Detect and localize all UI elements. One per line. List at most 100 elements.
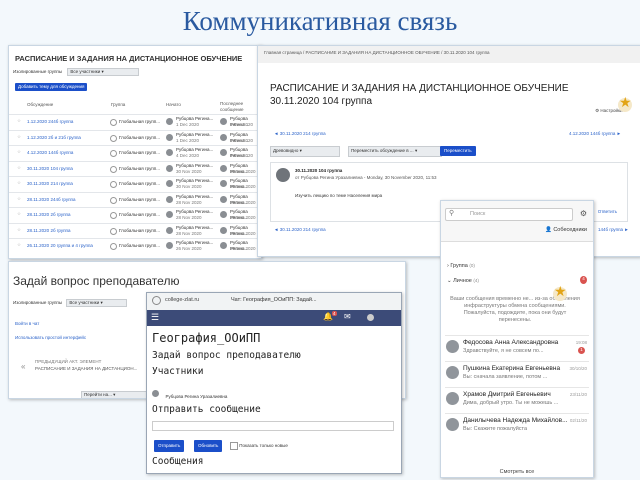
- group-filter-select[interactable]: Все участники ▾: [67, 68, 140, 76]
- group-icon: [110, 227, 117, 235]
- star-outline-icon[interactable]: ☆: [17, 227, 21, 233]
- only-new-checkbox[interactable]: Показать только новые: [230, 442, 288, 450]
- refresh-button[interactable]: Обновить: [194, 440, 223, 452]
- topic-link[interactable]: 30.11.2020 214 группа: [27, 181, 73, 187]
- prev-activity-label: ПРЕДЫДУЩИЙ АКТ. ЭЛЕМЕНТ: [35, 359, 102, 364]
- prev-discussion-link[interactable]: ◄ 30.11.2020 214 группа: [274, 131, 326, 137]
- table-row[interactable]: ☆ 28.11.2020 2б группа Глобальная групп...…: [9, 222, 261, 239]
- star-outline-icon[interactable]: ☆: [17, 165, 21, 171]
- topic-link[interactable]: 28.11.2020 2б группа: [27, 212, 71, 218]
- contacts-link[interactable]: 👤 Собеседники: [545, 227, 587, 233]
- table-row[interactable]: ☆ 4.12.2020 144б группа Глобальная групп..…: [9, 145, 261, 161]
- participant-name: Рубцова Регина Уразалиевна: [165, 394, 228, 399]
- post-title: 30.11.2020 104 группа: [295, 168, 343, 173]
- star-outline-icon[interactable]: ☆: [17, 118, 21, 124]
- last-date-cell: 1 Dec 2020: [230, 137, 254, 143]
- conversation-preview: Вы: сначала заявление, потом ...: [463, 374, 548, 380]
- reply-link[interactable]: Ответить: [598, 209, 617, 215]
- column-header[interactable]: Обсуждение: [27, 102, 53, 108]
- page-title: Чат: География_ООиПП: Задай...: [231, 297, 317, 303]
- topic-link[interactable]: 1.12.2020 2б и 21б группа: [27, 135, 81, 141]
- conversation-item[interactable]: Данилычева Надежда Михайлов... Вы: Скажит…: [445, 413, 589, 436]
- group-cell: Глобальная групп...: [119, 119, 160, 124]
- chat-icon[interactable]: ✉: [344, 312, 351, 321]
- goto-select[interactable]: Перейти на... ▾: [81, 391, 147, 398]
- table-row[interactable]: ☆ 28.11.2020 244б группа Глобальная групп.…: [9, 191, 261, 208]
- move-button[interactable]: Переместить: [440, 146, 476, 156]
- star-outline-icon[interactable]: ☆: [17, 242, 21, 248]
- topic-link[interactable]: 26.11.2020 20 группа и 4 группа: [27, 243, 93, 249]
- table-row[interactable]: ☆ 30.11.2020 104 группа Глобальная групп..…: [9, 160, 261, 177]
- table-row[interactable]: ☆ 1.12.2020 244б группа Глобальная групп..…: [9, 114, 261, 130]
- star-icon: [618, 95, 632, 112]
- avatar: [446, 340, 459, 353]
- move-discussion-select[interactable]: Переместить обсуждение в ... ▾: [348, 146, 442, 157]
- breadcrumb: Главная страница / РАСПИСАНИЕ И ЗАДАНИЯ …: [258, 46, 640, 63]
- user-icon: 👤: [544, 227, 552, 233]
- table-row[interactable]: ☆ 30.11.2020 214 группа Глобальная групп..…: [9, 176, 261, 192]
- avatar: [166, 133, 173, 141]
- address-url[interactable]: college-zlat.ru: [165, 297, 199, 303]
- browser-address-bar: college-zlat.ru Чат: География_ООиПП: За…: [147, 293, 401, 311]
- avatar: [166, 180, 173, 187]
- simple-interface-link[interactable]: Использовать простой интерфейс: [15, 335, 86, 341]
- next-discussion-link-bottom[interactable]: 144б группа ►: [598, 227, 629, 233]
- prev-discussion-link-bottom[interactable]: ◄ 30.11.2020 214 группа: [274, 227, 326, 233]
- star-outline-icon[interactable]: ☆: [17, 180, 21, 186]
- conversation-item[interactable]: Федосова Анна Александровна Здравствуйте,…: [445, 335, 589, 358]
- star-outline-icon[interactable]: ☆: [17, 149, 21, 155]
- date-cell: 28 Nov 2020: [176, 199, 202, 205]
- avatar: [166, 195, 173, 203]
- conversation-preview: Вы: Скажите пожалуйста: [463, 426, 528, 432]
- personal-section-count: (4): [473, 278, 479, 283]
- table-row[interactable]: ☆ 28.11.2020 2б группа Глобальная групп...…: [9, 207, 261, 223]
- date-cell: 30 Nov 2020: [176, 184, 202, 189]
- participant: Рубцова Регина Уразалиевна: [152, 385, 227, 403]
- column-header[interactable]: Начато: [166, 102, 181, 108]
- group-section[interactable]: › Группа (0): [447, 263, 475, 269]
- group-filter-select[interactable]: Все участники ▾: [66, 299, 128, 307]
- table-row[interactable]: ☆ 1.12.2020 2б и 21б группа Глобальная гру…: [9, 129, 261, 146]
- chat-heading: Задай вопрос преподавателю: [152, 350, 301, 361]
- unread-badge: 4: [580, 276, 587, 284]
- table-row[interactable]: ☆ 26.11.2020 20 группа и 4 группа Глобальн…: [9, 238, 261, 254]
- conversation-name: Федосова Анна Александровна: [463, 339, 559, 346]
- gear-icon[interactable]: ⚙: [580, 209, 587, 218]
- avatar: [166, 226, 173, 234]
- search-input[interactable]: ⚲ Поиск: [445, 208, 573, 221]
- conversation-name: Храмов Дмитрий Евгеньевич: [463, 391, 551, 398]
- see-all-link[interactable]: Смотреть все: [441, 469, 593, 475]
- conversation-time: 30/10/20: [569, 366, 587, 371]
- star-outline-icon[interactable]: ☆: [17, 196, 21, 202]
- star-outline-icon[interactable]: ☆: [17, 211, 21, 217]
- next-discussion-link[interactable]: 4.12.2020 144б группа ►: [569, 131, 621, 137]
- send-heading: Отправить сообщение: [152, 404, 261, 415]
- star-outline-icon[interactable]: ☆: [17, 134, 21, 140]
- topic-link[interactable]: 1.12.2020 244б группа: [27, 119, 73, 125]
- view-mode-select[interactable]: Древовидно ▾: [270, 146, 340, 157]
- topic-link[interactable]: 28.11.2020 244б группа: [27, 197, 76, 203]
- group-icon: [110, 134, 117, 142]
- topic-link[interactable]: 30.11.2020 104 группа: [27, 166, 73, 172]
- conversation-item[interactable]: Храмов Дмитрий Евгеньевич Дима, добрый ут…: [445, 387, 589, 410]
- column-header[interactable]: Последнее сообщение: [220, 101, 260, 113]
- prev-activity-link[interactable]: « ПРЕДЫДУЩИЙ АКТ. ЭЛЕМЕНТ РАСПИСАНИЕ И З…: [21, 359, 147, 379]
- menu-icon[interactable]: ☰: [151, 312, 159, 323]
- column-header[interactable]: Группа: [111, 102, 125, 108]
- chevron-right-icon: ›: [447, 263, 449, 269]
- last-date-cell: 30 Nov 2020: [230, 184, 256, 189]
- send-button[interactable]: Отправить: [154, 440, 185, 452]
- personal-section[interactable]: ⌄ Личное (4): [447, 278, 479, 284]
- add-topic-button[interactable]: Добавить тему для обсуждения: [15, 83, 88, 91]
- group-filter-label: Изолированные группы: [13, 300, 63, 305]
- last-date-cell: 26 Nov 2020: [230, 246, 256, 251]
- message-input[interactable]: [152, 421, 394, 431]
- conversation-item[interactable]: Пушкина Екатерина Евгеньевна Вы: сначала …: [445, 361, 589, 384]
- avatar[interactable]: [367, 314, 374, 321]
- topic-link[interactable]: 28.11.2020 2б группа: [27, 228, 71, 234]
- topic-link[interactable]: 4.12.2020 144б группа: [27, 150, 73, 156]
- unread-badge: 1: [578, 347, 585, 354]
- enter-chat-link[interactable]: Войти в чат: [15, 321, 39, 327]
- move-discussion-value: Переместить обсуждение в ...: [351, 148, 414, 153]
- forum-table-body: ☆ 1.12.2020 244б группа Глобальная групп..…: [9, 114, 261, 254]
